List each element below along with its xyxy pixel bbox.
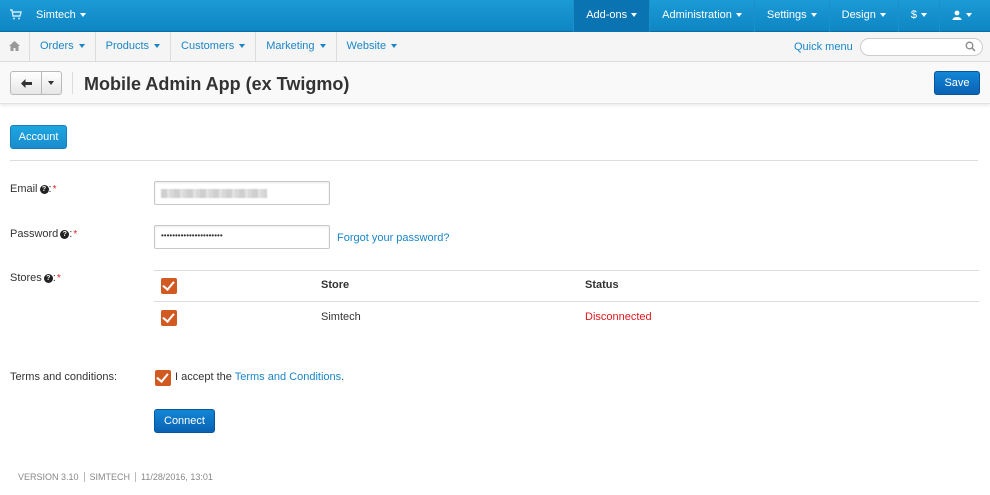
nav-website-label: Website xyxy=(346,40,387,52)
timestamp-text: 11/28/2016, 13:01 xyxy=(135,472,218,482)
page-title: Mobile Admin App (ex Twigmo) xyxy=(84,74,350,94)
menu-settings-label: Settings xyxy=(766,9,807,21)
password-value: •••••••••••••••••••••• xyxy=(161,231,223,240)
select-all-checkbox[interactable] xyxy=(161,278,177,294)
save-button[interactable]: Save xyxy=(934,71,980,95)
back-button[interactable] xyxy=(11,72,42,94)
storefront-selector[interactable]: Simtech xyxy=(36,9,86,21)
storefront-name: Simtech xyxy=(36,9,76,21)
email-label: Email xyxy=(10,183,38,195)
table-row: Simtech Disconnected xyxy=(154,301,979,332)
nav-products-label: Products xyxy=(105,40,150,52)
redacted-email-value xyxy=(161,189,267,198)
store-name: Simtech xyxy=(321,311,361,323)
accept-suffix: . xyxy=(341,371,345,383)
required-marker: * xyxy=(52,183,57,195)
nav-orders[interactable]: Orders xyxy=(30,32,96,61)
nav-customers-label: Customers xyxy=(181,40,235,52)
chevron-down-icon xyxy=(319,44,326,49)
menu-addons-label: Add-ons xyxy=(586,9,628,21)
nav-marketing-label: Marketing xyxy=(266,40,315,52)
chevron-down-icon xyxy=(391,44,398,49)
divider xyxy=(10,160,978,161)
email-field[interactable] xyxy=(154,181,330,205)
footer: VERSION 3.10 SIMTECH 11/28/2016, 13:01 xyxy=(18,472,218,482)
store-checkbox[interactable] xyxy=(161,310,177,326)
chevron-down-icon xyxy=(48,81,54,85)
arrow-left-icon xyxy=(21,79,32,88)
chevron-down-icon xyxy=(79,13,86,18)
home-icon xyxy=(9,41,20,51)
forgot-password-link[interactable]: Forgot your password? xyxy=(337,232,450,244)
chevron-down-icon xyxy=(921,13,927,18)
chevron-down-icon xyxy=(735,13,742,18)
nav-customers[interactable]: Customers xyxy=(171,32,257,61)
search-input[interactable] xyxy=(869,39,969,55)
accept-terms-checkbox[interactable] xyxy=(155,370,171,386)
chevron-down-icon xyxy=(631,13,638,18)
main-nav: Orders Products Customers Marketing Webs… xyxy=(0,32,990,62)
version-text: VERSION 3.10 xyxy=(18,472,79,482)
nav-items: Orders Products Customers Marketing Webs… xyxy=(30,32,407,61)
top-menu: Add-ons Administration Settings Design $ xyxy=(573,0,990,32)
chevron-down-icon xyxy=(879,13,886,18)
back-button-group xyxy=(10,71,62,95)
menu-administration[interactable]: Administration xyxy=(649,0,754,32)
column-header-status: Status xyxy=(585,279,619,291)
column-header-store: Store xyxy=(321,279,350,291)
home-button[interactable] xyxy=(0,32,30,61)
chevron-down-icon xyxy=(966,13,972,18)
cart-icon[interactable] xyxy=(10,9,22,20)
password-label-row: Password ? : * xyxy=(10,228,77,240)
stores-label-row: Stores ? : * xyxy=(10,272,61,284)
menu-currency[interactable]: $ xyxy=(897,0,939,32)
tab-account[interactable]: Account xyxy=(10,125,67,149)
terms-link[interactable]: Terms and Conditions xyxy=(235,371,341,383)
user-icon xyxy=(952,10,962,21)
divider xyxy=(72,72,73,94)
menu-user[interactable] xyxy=(939,0,990,32)
menu-design[interactable]: Design xyxy=(828,0,898,32)
required-marker: * xyxy=(56,272,61,284)
accept-terms-text: I accept the Terms and Conditions. xyxy=(175,371,344,383)
connect-button[interactable]: Connect xyxy=(154,409,215,433)
stores-label: Stores xyxy=(10,272,42,284)
search-icon[interactable] xyxy=(965,41,976,52)
company-text: SIMTECH xyxy=(83,472,136,482)
label-colon: : xyxy=(52,272,56,284)
label-colon: : xyxy=(69,228,73,240)
chevron-down-icon xyxy=(239,44,246,49)
page-header: Mobile Admin App (ex Twigmo) Save xyxy=(0,62,990,104)
nav-orders-label: Orders xyxy=(40,40,74,52)
nav-marketing[interactable]: Marketing xyxy=(256,32,337,61)
menu-currency-label: $ xyxy=(910,9,917,21)
menu-addons[interactable]: Add-ons xyxy=(573,0,650,32)
chevron-down-icon xyxy=(810,13,817,18)
password-label: Password xyxy=(10,228,59,240)
menu-administration-label: Administration xyxy=(662,9,732,21)
stores-table: Store Status Simtech Disconnected xyxy=(154,270,979,332)
nav-website[interactable]: Website xyxy=(337,32,408,61)
back-dropdown-button[interactable] xyxy=(42,72,61,94)
chevron-down-icon xyxy=(78,44,85,49)
menu-design-label: Design xyxy=(841,9,876,21)
required-marker: * xyxy=(73,228,78,240)
password-field[interactable]: •••••••••••••••••••••• xyxy=(154,225,330,249)
search-box xyxy=(860,38,983,56)
menu-settings[interactable]: Settings xyxy=(753,0,829,32)
help-icon[interactable]: ? xyxy=(60,229,70,239)
accept-prefix: I accept the xyxy=(175,371,235,383)
chevron-down-icon xyxy=(154,44,161,49)
table-header-row: Store Status xyxy=(154,270,979,301)
quick-menu-link[interactable]: Quick menu xyxy=(794,41,853,53)
help-icon[interactable]: ? xyxy=(39,184,49,194)
label-colon: : xyxy=(48,183,52,195)
top-bar: Simtech Add-ons Administration Settings … xyxy=(0,0,990,32)
email-label-row: Email ? : * xyxy=(10,183,56,195)
terms-label: Terms and conditions: xyxy=(10,371,117,383)
nav-products[interactable]: Products xyxy=(96,32,172,61)
help-icon[interactable]: ? xyxy=(43,273,53,283)
status-badge: Disconnected xyxy=(585,311,652,323)
